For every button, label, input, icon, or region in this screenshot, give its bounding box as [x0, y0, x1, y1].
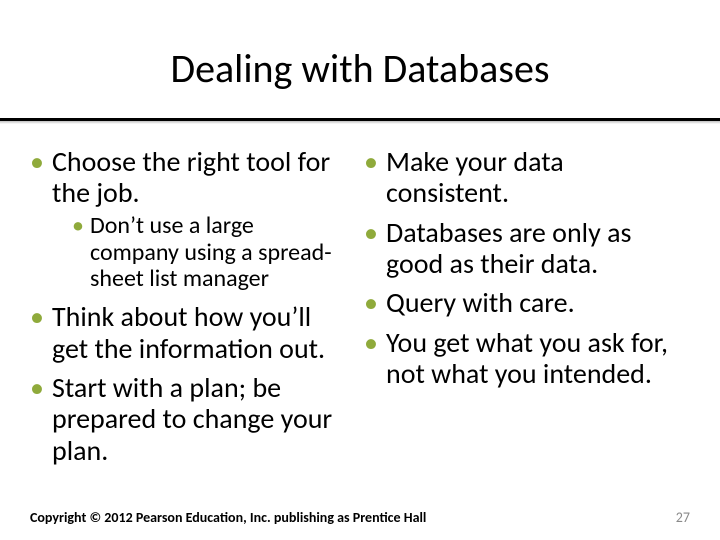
slide: Dealing with Databases Choose the right …: [0, 0, 720, 540]
list-item-text: Make your data consistent.: [386, 144, 564, 210]
content-area: Choose the right tool for the job. Don’t…: [0, 124, 720, 474]
list-item: Make your data consistent.: [364, 146, 690, 209]
left-list: Choose the right tool for the job. Don’t…: [30, 146, 348, 466]
list-item-text: Query with care.: [386, 285, 575, 320]
list-item: Query with care.: [364, 287, 690, 318]
list-item: Think about how you’ll get the informati…: [30, 301, 348, 364]
list-item-text: Start with a plan; be prepared to change…: [52, 370, 332, 468]
right-column: Make your data consistent. Databases are…: [360, 146, 690, 474]
copyright-footer: Copyright © 2012 Pearson Education, Inc.…: [30, 509, 426, 526]
list-item: Databases are only as good as their data…: [364, 217, 690, 280]
slide-title: Dealing with Databases: [0, 48, 720, 90]
page-number: 27: [676, 509, 690, 526]
left-column: Choose the right tool for the job. Don’t…: [30, 146, 360, 474]
title-zone: Dealing with Databases: [0, 0, 720, 108]
list-item-text: Think about how you’ll get the informati…: [52, 299, 325, 365]
list-item: Choose the right tool for the job. Don’t…: [30, 146, 348, 293]
right-list: Make your data consistent. Databases are…: [364, 146, 690, 390]
list-item-text: Databases are only as good as their data…: [386, 215, 631, 281]
list-item-text: Don’t use a large company using a spread…: [90, 211, 332, 294]
list-item-text: Choose the right tool for the job.: [52, 144, 330, 210]
list-item: Start with a plan; be prepared to change…: [30, 372, 348, 466]
list-item: Don’t use a large company using a spread…: [72, 213, 348, 294]
list-item: You get what you ask for, not what you i…: [364, 327, 690, 390]
left-sublist: Don’t use a large company using a spread…: [52, 213, 348, 294]
list-item-text: You get what you ask for, not what you i…: [386, 325, 668, 391]
